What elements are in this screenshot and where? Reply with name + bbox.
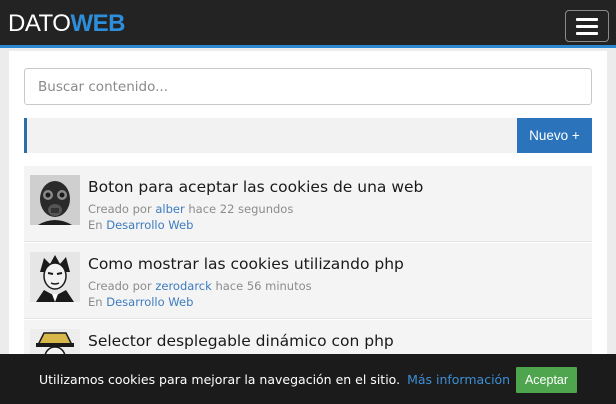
top-navbar: DATOWEB (0, 0, 616, 48)
created-by-label: Creado por (88, 202, 152, 216)
post-time: hace 22 segundos (188, 202, 294, 216)
brand-text-part1: DATO (8, 10, 71, 37)
hamburger-icon-bar (576, 17, 598, 21)
hamburger-menu-button[interactable] (565, 10, 609, 42)
category-prefix: En (88, 218, 103, 232)
accept-cookies-button[interactable]: Aceptar (516, 367, 577, 393)
category-prefix: En (88, 295, 103, 309)
category-link[interactable]: Desarrollo Web (106, 218, 193, 232)
cookie-consent-bar: Utilizamos cookies para mejorar la naveg… (0, 354, 616, 404)
category-link[interactable]: Desarrollo Web (106, 295, 193, 309)
avatar[interactable] (30, 252, 80, 302)
cookie-message: Utilizamos cookies para mejorar la naveg… (39, 372, 510, 387)
main-content: Nuevo + Boton para aceptar las cookies d… (9, 51, 607, 404)
brand-text-part2: WEB (70, 10, 125, 37)
avatar[interactable] (30, 175, 80, 225)
created-by-label: Creado por (88, 279, 152, 293)
hamburger-icon-bar (576, 24, 598, 28)
post-category: En Desarrollo Web (88, 295, 193, 309)
gas-mask-avatar-icon (30, 175, 80, 225)
new-post-button[interactable]: Nuevo + (517, 118, 592, 153)
author-link[interactable]: alber (155, 202, 184, 216)
post-category: En Desarrollo Web (88, 218, 193, 232)
action-bar: Nuevo + (24, 118, 592, 153)
post-time: hace 56 minutos (215, 279, 312, 293)
cartoon-man-avatar-icon (30, 252, 80, 302)
list-item[interactable]: Como mostrar las cookies utilizando php … (24, 243, 592, 319)
post-meta: Creado por alber hace 22 segundos (88, 202, 293, 216)
search-input[interactable] (24, 68, 592, 105)
post-title[interactable]: Boton para aceptar las cookies de una we… (88, 178, 423, 196)
post-meta: Creado por zerodarck hace 56 minutos (88, 279, 312, 293)
brand-logo[interactable]: DATOWEB (8, 10, 125, 38)
post-title[interactable]: Selector desplegable dinámico con php (88, 332, 394, 350)
hamburger-icon-bar (576, 31, 598, 35)
cookie-message-text: Utilizamos cookies para mejorar la naveg… (39, 372, 401, 387)
list-item[interactable]: Boton para aceptar las cookies de una we… (24, 166, 592, 242)
post-title[interactable]: Como mostrar las cookies utilizando php (88, 255, 404, 273)
author-link[interactable]: zerodarck (155, 279, 211, 293)
more-info-link[interactable]: Más información (407, 372, 510, 387)
